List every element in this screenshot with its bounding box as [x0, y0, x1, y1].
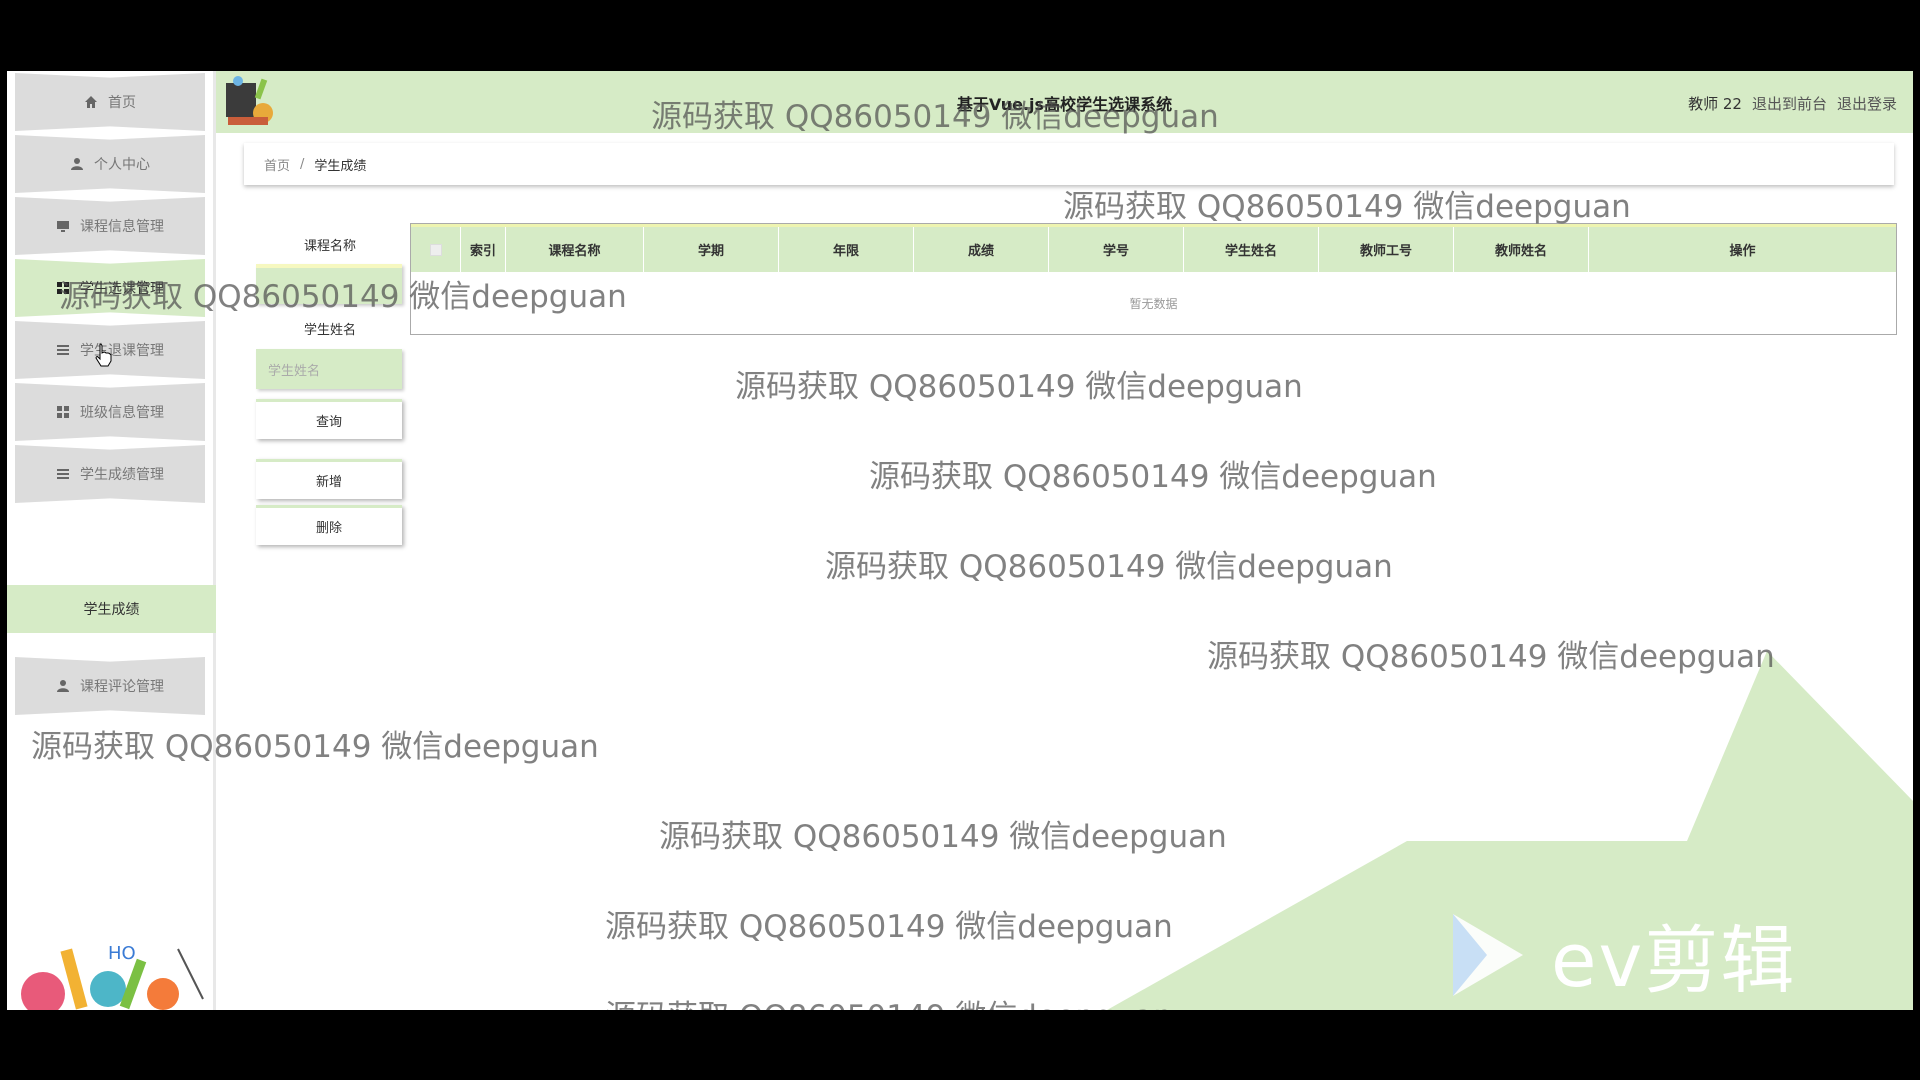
- user-icon: [71, 158, 83, 170]
- query-button[interactable]: 查询: [256, 399, 402, 439]
- column-header: 教师姓名: [1454, 227, 1589, 272]
- app-screen: 首页 个人中心 课程信息管理 学生选课管理 学生退课管理 班级信息管理 学生成绩…: [7, 71, 1913, 1010]
- sidebar-item-label: 学生退课管理: [80, 343, 164, 359]
- breadcrumb-separator: /: [300, 156, 305, 172]
- watermark-text: 源码获取 QQ86050149 微信deepguan: [31, 729, 599, 765]
- column-header: 学生姓名: [1184, 227, 1319, 272]
- column-header: 索引: [461, 227, 506, 272]
- watermark-text: 源码获取 QQ86050149 微信deepguan: [735, 369, 1303, 405]
- play-icon: [1453, 913, 1523, 996]
- stationery-illustration: HO: [21, 943, 204, 1010]
- list-icon: [57, 345, 69, 355]
- header-actions: 教师 22 退出到前台 退出登录: [1688, 93, 1897, 114]
- column-header: 学期: [644, 227, 779, 272]
- course-name-label: 课程名称: [303, 239, 356, 254]
- breadcrumb-home[interactable]: 首页: [264, 155, 290, 174]
- breadcrumb: 首页 / 学生成绩: [244, 143, 1894, 185]
- student-name-input[interactable]: 学生姓名: [256, 349, 402, 389]
- sidebar-item-grades[interactable]: 学生成绩管理: [15, 445, 205, 503]
- sidebar-item-label: 班级信息管理: [80, 405, 164, 421]
- grid-icon: [57, 406, 69, 418]
- sidebar-item-class-info[interactable]: 班级信息管理: [15, 383, 205, 441]
- sidebar-item-course-info[interactable]: 课程信息管理: [15, 197, 205, 255]
- empty-state: 暂无数据: [1129, 296, 1178, 311]
- breadcrumb-current: 学生成绩: [314, 158, 367, 174]
- student-name-label: 学生姓名: [303, 323, 356, 338]
- back-to-front-link[interactable]: 退出到前台: [1752, 93, 1827, 114]
- watermark-text: 源码获取 QQ86050149 微信deepguan: [59, 279, 627, 315]
- sidebar-item-course-comments[interactable]: 课程评论管理: [15, 657, 205, 715]
- grades-table: 索引 课程名称 学期 年限 成绩 学号 学生姓名 教师工号 教师姓名 操作 暂无…: [410, 223, 1897, 335]
- ev-editor-text: ev剪辑: [1551, 918, 1797, 1004]
- ev-editor-watermark: ev剪辑: [1447, 901, 1796, 1008]
- delete-button[interactable]: 删除: [256, 505, 402, 545]
- monitor-icon: [57, 221, 69, 232]
- watermark-text: 源码获取 QQ86050149 微信deepguan: [869, 459, 1437, 495]
- sidebar-item-label: 课程信息管理: [80, 219, 164, 235]
- sidebar-subitem-student-grades[interactable]: 学生成绩: [7, 585, 216, 633]
- select-all-checkbox[interactable]: [429, 243, 442, 256]
- current-user: 教师 22: [1688, 95, 1742, 113]
- home-icon: [85, 96, 97, 108]
- watermark-text: 源码获取 QQ86050149 微信deepguan: [1207, 639, 1775, 675]
- sidebar-subitem-label: 学生成绩: [83, 602, 140, 618]
- watermark-text: 源码获取 QQ86050149 微信deepguan: [1063, 189, 1631, 225]
- sidebar-item-profile[interactable]: 个人中心: [15, 135, 205, 193]
- column-header: 成绩: [914, 227, 1049, 272]
- sidebar-item-label: 个人中心: [94, 157, 150, 173]
- column-header: 学号: [1049, 227, 1184, 272]
- column-header: 年限: [779, 227, 914, 272]
- sidebar-item-label: 课程评论管理: [80, 679, 164, 695]
- watermark-text: 源码获取 QQ86050149 微信deepguan: [605, 909, 1173, 945]
- column-header: 教师工号: [1319, 227, 1454, 272]
- sidebar: 首页 个人中心 课程信息管理 学生选课管理 学生退课管理 班级信息管理 学生成绩…: [7, 71, 216, 1010]
- list-icon: [57, 469, 69, 479]
- add-button[interactable]: 新增: [256, 459, 402, 499]
- watermark-text: 源码获取 QQ86050149 微信deepguan: [651, 99, 1219, 135]
- watermark-text: 源码获取 QQ86050149 微信deepguan: [605, 991, 1173, 1010]
- hand-cursor-icon: [95, 343, 112, 367]
- column-header: 课程名称: [506, 227, 644, 272]
- watermark-text: 源码获取 QQ86050149 微信deepguan: [825, 549, 1393, 585]
- sidebar-item-home[interactable]: 首页: [15, 73, 205, 131]
- table-header: 索引 课程名称 学期 年限 成绩 学号 学生姓名 教师工号 教师姓名 操作: [411, 224, 1896, 272]
- svg-text:HO: HO: [108, 943, 136, 964]
- student-name-placeholder: 学生姓名: [268, 363, 321, 379]
- logout-link[interactable]: 退出登录: [1837, 93, 1897, 114]
- user-icon: [57, 680, 69, 692]
- watermark-text: 源码获取 QQ86050149 微信deepguan: [659, 819, 1227, 855]
- column-header: 操作: [1729, 244, 1756, 259]
- sidebar-item-label: 首页: [108, 95, 136, 111]
- select-all-cell[interactable]: [411, 227, 461, 272]
- sidebar-item-label: 学生成绩管理: [80, 467, 164, 483]
